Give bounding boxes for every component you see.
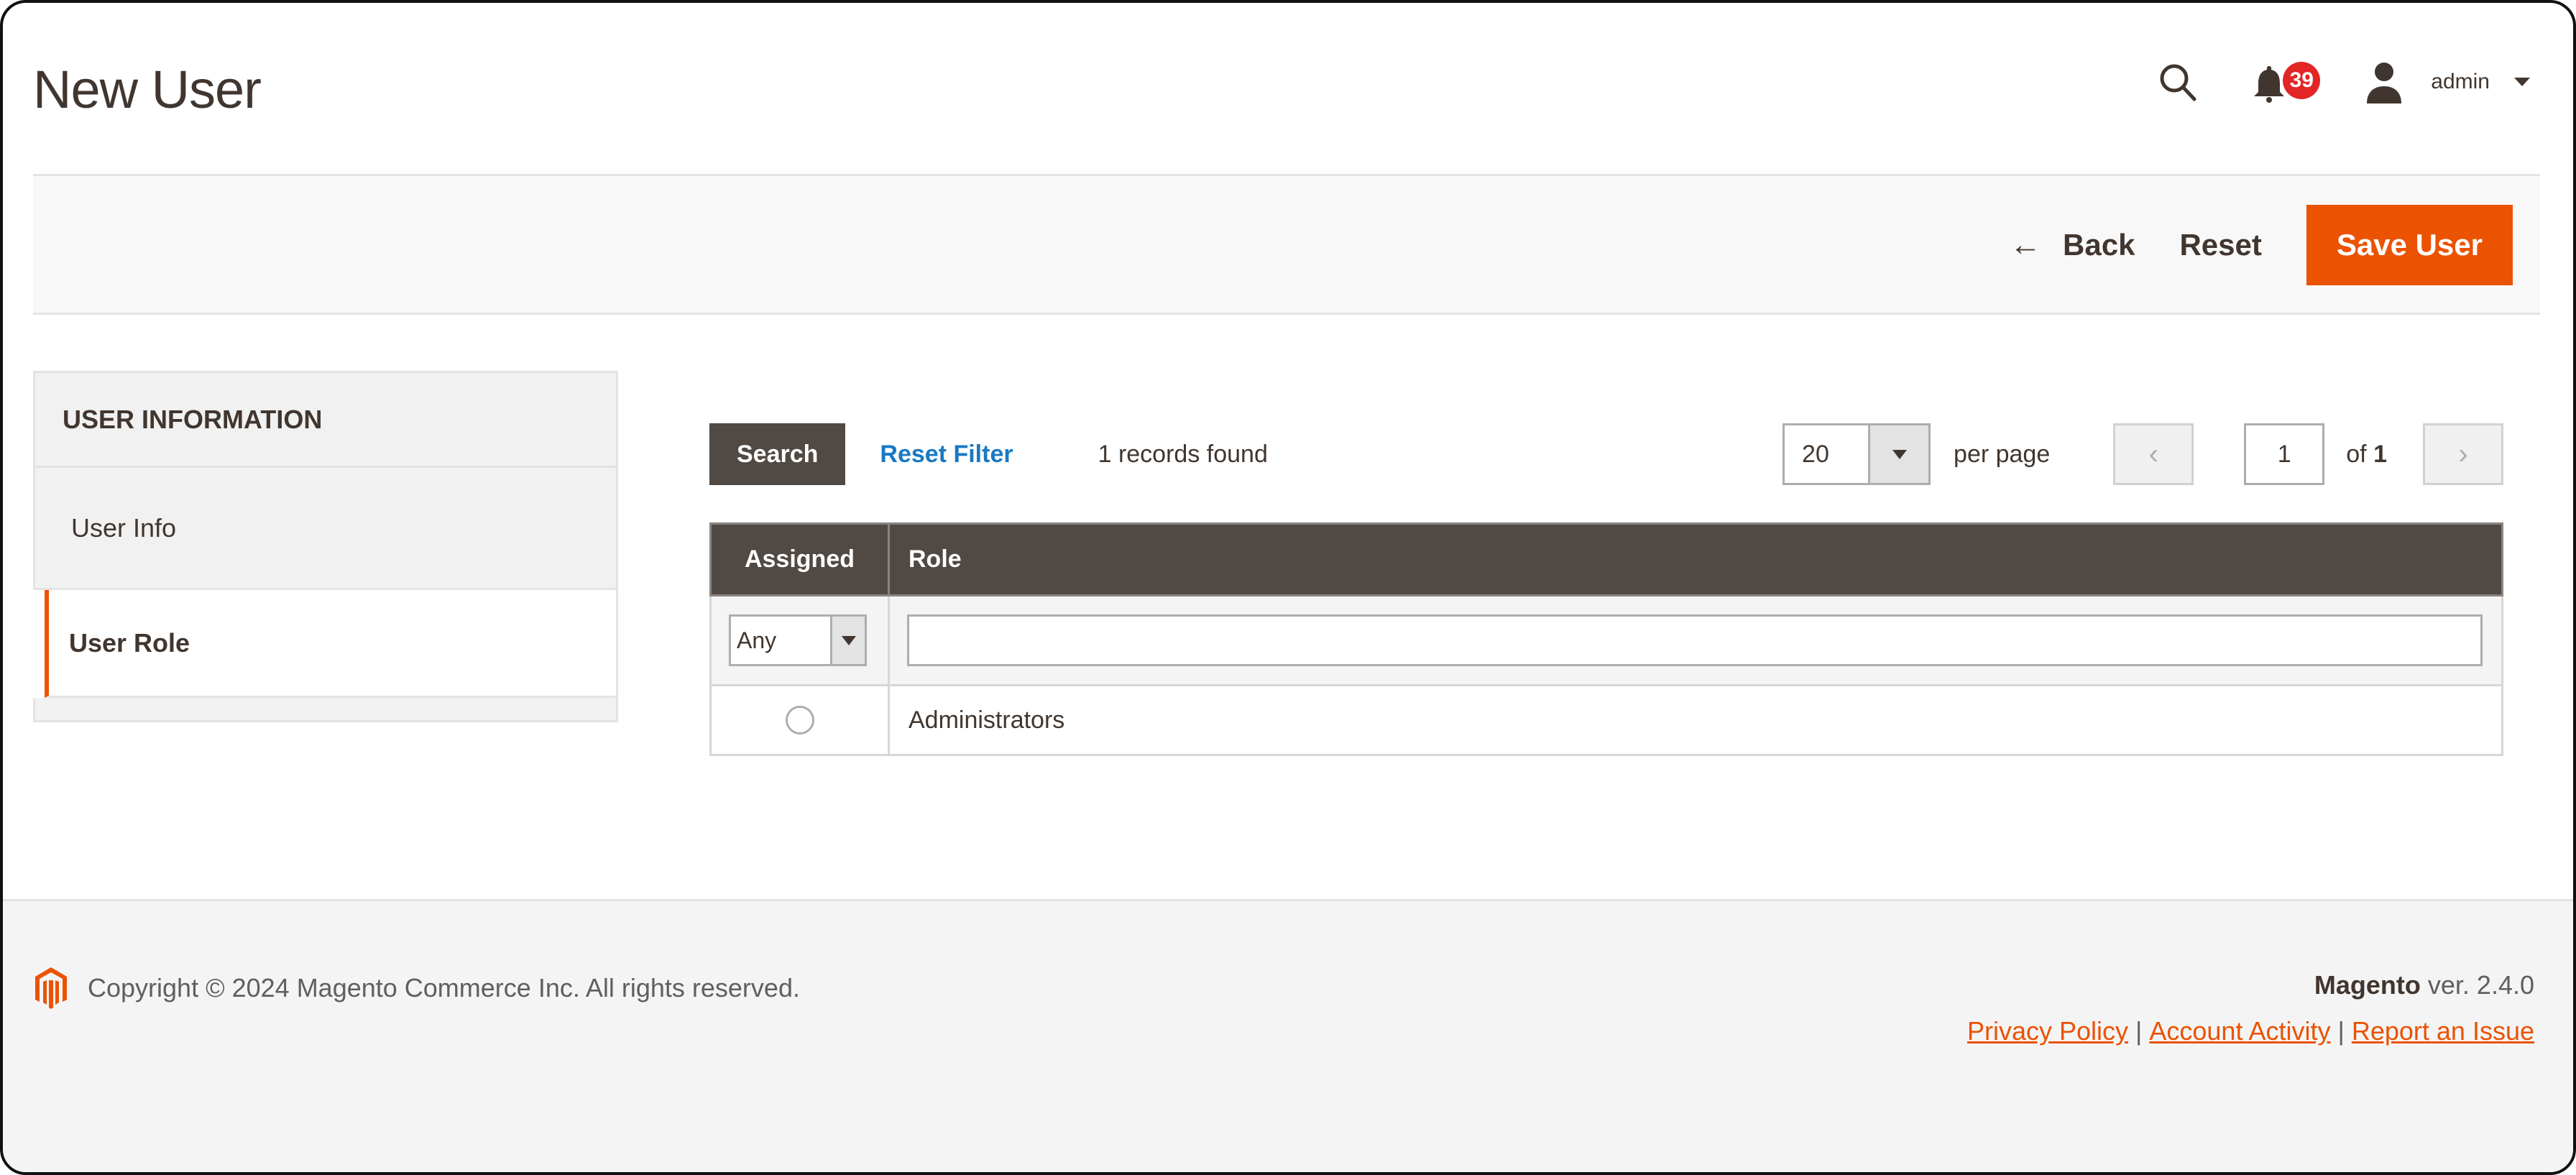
caret-down-icon [1892,449,1907,459]
page-footer: Copyright © 2024 Magento Commerce Inc. A… [3,899,2573,1172]
link-separator: | [2135,1016,2143,1046]
next-page-button[interactable]: › [2423,423,2503,485]
link-separator: | [2337,1016,2345,1046]
page-title: New User [33,60,262,119]
filter-row: Any [709,595,2503,686]
reset-filter-link[interactable]: Reset Filter [880,441,1013,469]
save-user-button[interactable]: Save User [2306,205,2513,285]
column-header-role[interactable]: Role [888,522,2503,596]
magento-logo-icon [35,967,67,1009]
pager: 20 per page ‹ of 1 › [1782,423,2503,485]
chevron-down-icon [2514,78,2530,86]
sidebar: USER INFORMATION User Info User Role [33,371,618,722]
sidebar-item-user-info[interactable]: User Info [33,468,618,590]
per-page-select[interactable]: 20 [1782,423,1931,485]
search-icon[interactable] [2149,53,2207,111]
search-button[interactable]: Search [709,423,846,485]
privacy-policy-link[interactable]: Privacy Policy [1967,1016,2128,1046]
grid-toolbar: Search Reset Filter 1 records found 20 p… [709,423,2503,485]
assigned-cell [709,685,890,756]
role-cell: Administrators [888,685,2503,756]
page-number-input[interactable] [2244,423,2325,485]
assign-role-radio[interactable] [785,706,814,734]
report-issue-link[interactable]: Report an Issue [2352,1016,2534,1046]
records-count: 1 records found [1098,440,1268,468]
page-of-label: of [2346,440,2367,468]
back-button[interactable]: ← Back [2010,227,2135,263]
sidebar-title: USER INFORMATION [33,371,618,468]
chevron-left-icon: ‹ [2148,438,2158,470]
brand-name: Magento [2314,970,2421,1000]
roles-grid: Search Reset Filter 1 records found 20 p… [709,423,2503,756]
back-label: Back [2063,228,2135,262]
user-icon [2359,53,2409,111]
sidebar-footer [33,698,618,722]
footer-right: Magento ver. 2.4.0 Privacy Policy | Accoun… [1967,970,2534,1046]
version-info: Magento ver. 2.4.0 [1967,970,2534,1000]
assigned-filter-cell: Any [709,595,890,686]
per-page-label: per page [1954,440,2051,468]
table-header-row: Assigned Role [709,522,2503,596]
copyright-text: Copyright © 2024 Magento Commerce Inc. A… [88,973,800,1003]
previous-page-button[interactable]: ‹ [2113,423,2194,485]
version-text: ver. 2.4.0 [2420,970,2534,1000]
arrow-left-icon: ← [2010,227,2042,262]
footer-links: Privacy Policy | Account Activity | Report a… [1967,1016,2534,1046]
reset-button[interactable]: Reset [2179,228,2261,262]
assigned-filter-value: Any [731,617,830,664]
app-window: New User 39 admin ← Back Reset Save User… [0,0,2576,1175]
sidebar-item-label: User Info [71,512,177,543]
total-pages: 1 [2373,440,2387,468]
user-name: admin [2431,70,2490,93]
page-total: of 1 [2346,441,2387,469]
footer-left: Copyright © 2024 Magento Commerce Inc. A… [33,966,800,1010]
notifications-button[interactable]: 39 [2251,53,2321,111]
chevron-right-icon: › [2458,438,2468,470]
notification-badge: 39 [2283,62,2321,99]
table-row[interactable]: Administrators [709,685,2503,756]
toolbar-actions: ← Back Reset Save User [2010,205,2513,285]
header-actions: 39 admin [2149,53,2530,111]
bell-icon [2254,66,2285,103]
page-header: New User 39 admin [3,3,2573,174]
per-page-value: 20 [1785,425,1869,483]
user-menu[interactable]: admin [2359,53,2530,111]
column-header-assigned[interactable]: Assigned [709,522,890,596]
role-filter-cell [888,595,2503,686]
account-activity-link[interactable]: Account Activity [2149,1016,2330,1046]
sidebar-item-user-role[interactable]: User Role [45,590,618,698]
assigned-filter-toggle[interactable] [830,617,865,664]
roles-table: Assigned Role Any Administrators [709,522,2503,756]
page-actions-toolbar: ← Back Reset Save User [33,174,2540,315]
sidebar-item-label: User Role [69,627,190,658]
caret-down-icon [841,635,856,645]
assigned-filter-select[interactable]: Any [729,614,867,666]
role-filter-input[interactable] [907,614,2483,666]
per-page-toggle[interactable] [1868,425,1929,483]
